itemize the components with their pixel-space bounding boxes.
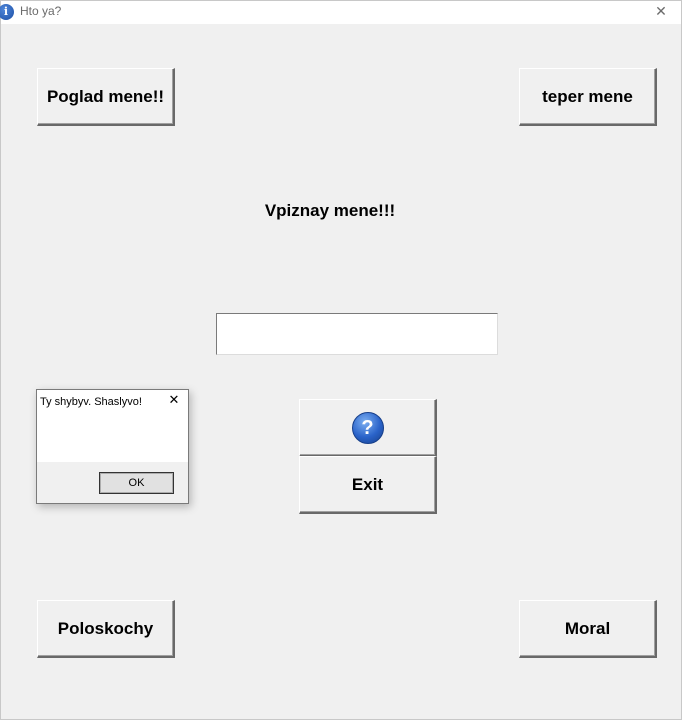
- exit-button[interactable]: Exit: [299, 456, 437, 514]
- title-bar[interactable]: i Hto ya? ✕: [0, 1, 681, 24]
- question-icon: ?: [351, 411, 384, 444]
- moral-button[interactable]: Moral: [519, 600, 657, 658]
- poloskochy-button[interactable]: Poloskochy: [37, 600, 175, 658]
- close-icon[interactable]: ✕: [651, 2, 671, 22]
- main-window: i Hto ya? ✕ Poglad mene!! teper mene Vpi…: [0, 0, 682, 720]
- message-body: Ty shybyv. Shaslyvo! ✕: [37, 390, 188, 462]
- message-text: Ty shybyv. Shaslyvo!: [40, 396, 142, 408]
- ok-button[interactable]: OK: [99, 472, 174, 494]
- answer-input[interactable]: [216, 313, 498, 355]
- client-area: Poglad mene!! teper mene Vpiznay mene!!!…: [1, 24, 681, 719]
- window-title: Hto ya?: [20, 4, 62, 18]
- message-close-icon[interactable]: ✕: [166, 393, 182, 409]
- message-box: Ty shybyv. Shaslyvo! ✕ OK: [36, 389, 189, 504]
- help-button[interactable]: ?: [299, 399, 437, 457]
- poglad-mene-button[interactable]: Poglad mene!!: [37, 68, 175, 126]
- teper-mene-button[interactable]: teper mene: [519, 68, 657, 126]
- info-icon: i: [0, 4, 14, 20]
- prompt-label: Vpiznay mene!!!: [264, 201, 396, 220]
